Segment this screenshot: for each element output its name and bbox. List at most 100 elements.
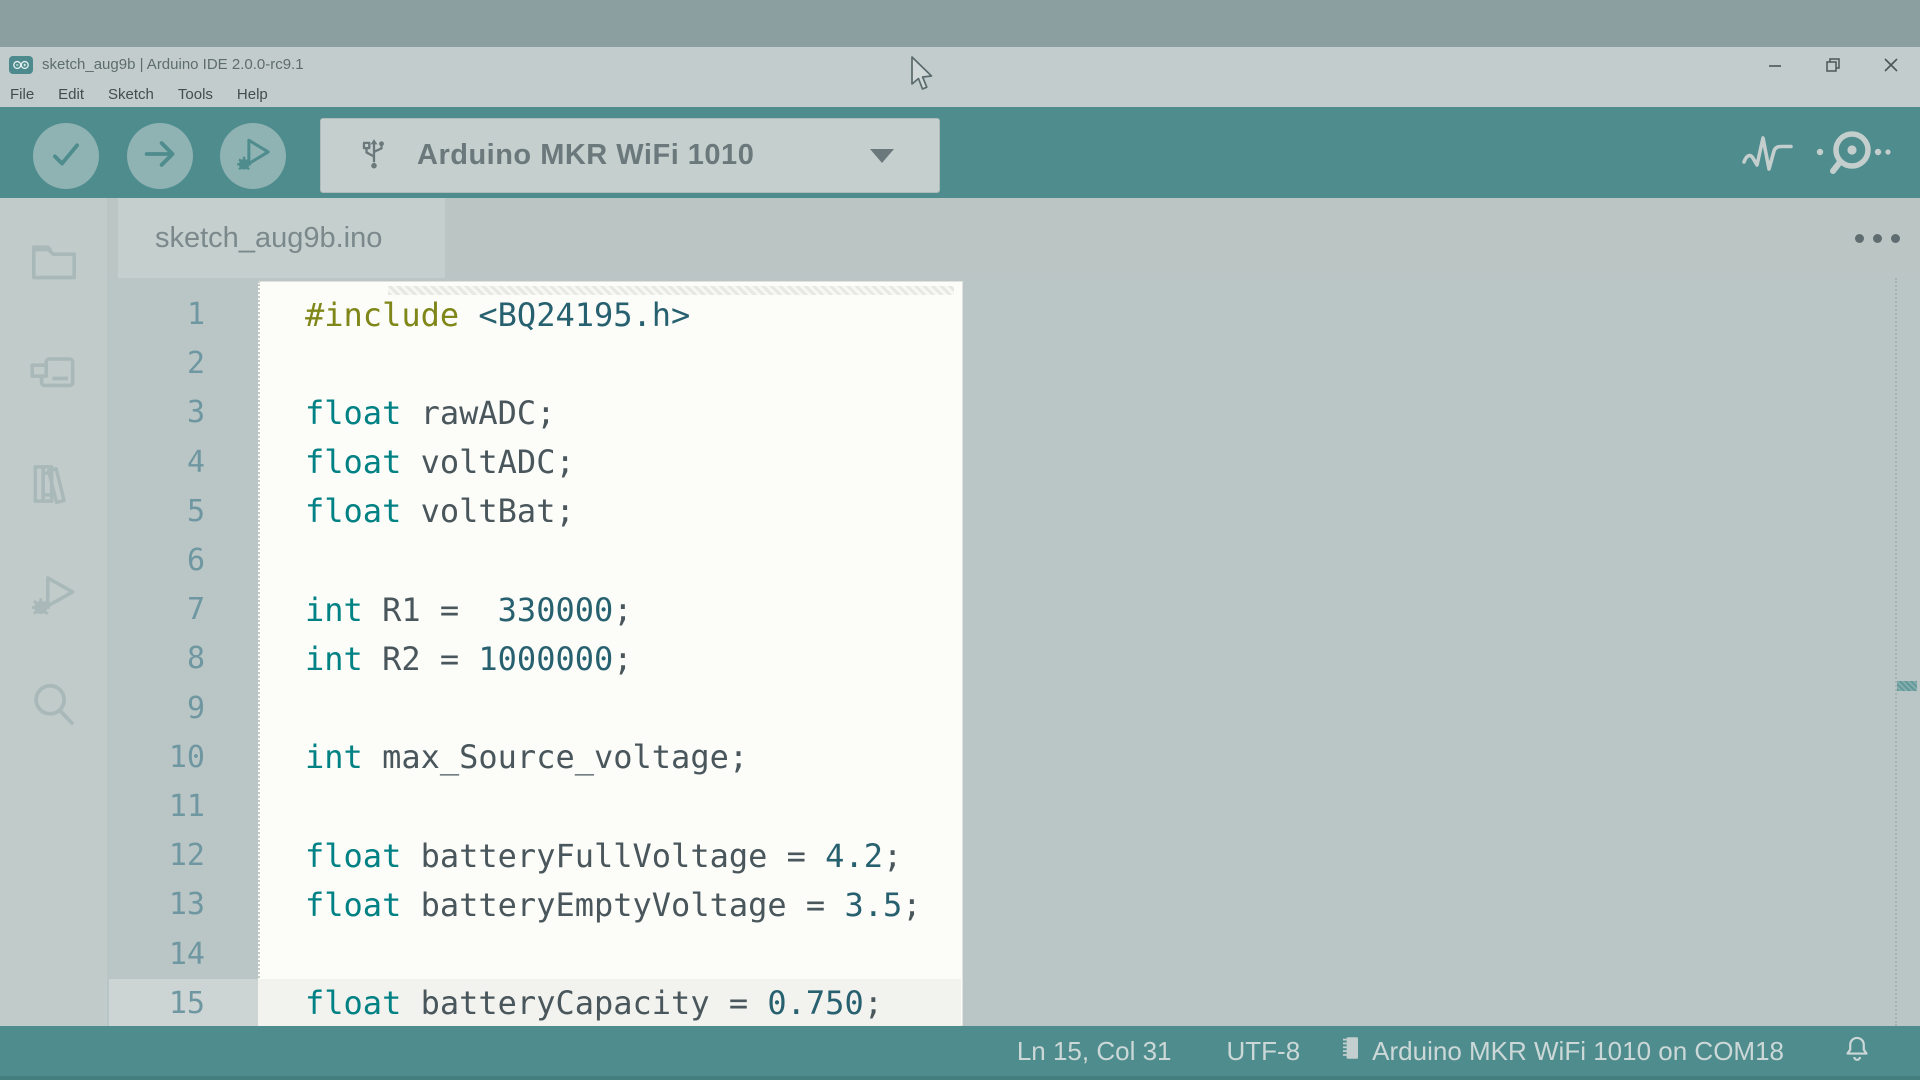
code-text: float voltBat; bbox=[233, 492, 575, 530]
scrollbar-thumb[interactable] bbox=[1897, 681, 1917, 691]
bell-icon bbox=[1842, 1052, 1872, 1069]
window-controls bbox=[1746, 47, 1920, 82]
tab-bar: sketch_aug9b.ino bbox=[107, 198, 1920, 278]
books-icon bbox=[26, 456, 82, 517]
code-line-13[interactable]: 13float batteryEmptyVoltage = 3.5; bbox=[107, 880, 1890, 929]
cursor-position[interactable]: Ln 15, Col 31 bbox=[1017, 1036, 1172, 1067]
magnifier-monitor-icon bbox=[1812, 123, 1894, 186]
menu-item-help[interactable]: Help bbox=[237, 86, 268, 103]
verify-button[interactable] bbox=[33, 123, 99, 189]
sidebar-item-search[interactable] bbox=[26, 680, 82, 736]
tab-sketch[interactable]: sketch_aug9b.ino bbox=[118, 198, 445, 278]
code-text: int max_Source_voltage; bbox=[233, 738, 748, 776]
check-icon bbox=[47, 135, 85, 178]
line-number: 14 bbox=[107, 937, 233, 972]
code-line-1[interactable]: 1#include <BQ24195.h> bbox=[107, 290, 1890, 339]
line-number: 3 bbox=[107, 395, 233, 430]
code-text: int R1 = 330000; bbox=[233, 591, 633, 629]
code-text: int R2 = 1000000; bbox=[233, 640, 633, 678]
board-selector-label: Arduino MKR WiFi 1010 bbox=[417, 139, 754, 172]
code-line-12[interactable]: 12float batteryFullVoltage = 4.2; bbox=[107, 831, 1890, 880]
menu-bar: File Edit Sketch Tools Help bbox=[0, 82, 1920, 107]
editor-content: sketch_aug9b.ino 1#include <BQ24195.h>23… bbox=[107, 198, 1920, 1026]
line-number: 15 bbox=[107, 986, 233, 1021]
arrow-right-icon bbox=[140, 134, 180, 179]
toolbar: Arduino MKR WiFi 1010 bbox=[0, 107, 1920, 198]
sidebar-item-library-manager[interactable] bbox=[26, 458, 82, 514]
menu-item-tools[interactable]: Tools bbox=[178, 86, 213, 103]
menu-item-file[interactable]: File bbox=[10, 86, 34, 103]
line-number: 4 bbox=[107, 445, 233, 480]
serial-plotter-button[interactable] bbox=[1740, 131, 1796, 177]
menu-item-sketch[interactable]: Sketch bbox=[108, 86, 154, 103]
code-line-9[interactable]: 9 bbox=[107, 684, 1890, 733]
code-line-6[interactable]: 6 bbox=[107, 536, 1890, 585]
arduino-ide-window: sketch_aug9b | Arduino IDE 2.0.0-rc9.1 F… bbox=[0, 0, 1920, 1080]
debug-bug-icon bbox=[26, 567, 82, 628]
title-bar[interactable]: sketch_aug9b | Arduino IDE 2.0.0-rc9.1 bbox=[0, 47, 1920, 82]
code-line-4[interactable]: 4float voltADC; bbox=[107, 438, 1890, 487]
sidebar-item-boards-manager[interactable] bbox=[26, 347, 82, 403]
menu-item-edit[interactable]: Edit bbox=[58, 86, 84, 103]
line-number: 1 bbox=[107, 297, 233, 332]
code-text: float voltADC; bbox=[233, 443, 575, 481]
chip-icon bbox=[1340, 1033, 1364, 1070]
upload-button[interactable] bbox=[127, 123, 193, 189]
minimize-button[interactable] bbox=[1746, 47, 1804, 82]
code-line-3[interactable]: 3float rawADC; bbox=[107, 388, 1890, 437]
arduino-logo-icon bbox=[9, 56, 33, 74]
tab-label: sketch_aug9b.ino bbox=[155, 222, 382, 255]
restore-button[interactable] bbox=[1804, 47, 1862, 82]
code-line-11[interactable]: 11 bbox=[107, 782, 1890, 831]
code-line-7[interactable]: 7int R1 = 330000; bbox=[107, 585, 1890, 634]
code-editor[interactable]: 1#include <BQ24195.h>23float rawADC;4flo… bbox=[107, 278, 1920, 1026]
code-line-14[interactable]: 14 bbox=[107, 929, 1890, 978]
board-selector[interactable]: Arduino MKR WiFi 1010 bbox=[320, 118, 940, 193]
code-text: float batteryEmptyVoltage = 3.5; bbox=[233, 886, 922, 924]
close-button[interactable] bbox=[1862, 47, 1920, 82]
code-text: #include <BQ24195.h> bbox=[233, 296, 690, 334]
line-number: 2 bbox=[107, 346, 233, 381]
board-connection[interactable]: Arduino MKR WiFi 1010 on COM18 bbox=[1340, 1033, 1784, 1070]
board-connection-label: Arduino MKR WiFi 1010 on COM18 bbox=[1372, 1036, 1784, 1067]
mouse-cursor bbox=[910, 55, 936, 93]
line-number: 10 bbox=[107, 740, 233, 775]
code-line-8[interactable]: 8int R2 = 1000000; bbox=[107, 634, 1890, 683]
sidebar-item-debug[interactable] bbox=[26, 569, 82, 625]
code-line-15[interactable]: 15float batteryCapacity = 0.750; bbox=[107, 979, 1890, 1028]
line-number: 8 bbox=[107, 641, 233, 676]
notifications-button[interactable] bbox=[1842, 1033, 1872, 1070]
code-text: float batteryFullVoltage = 4.2; bbox=[233, 837, 902, 875]
serial-monitor-button[interactable] bbox=[1812, 125, 1894, 183]
waveform-icon bbox=[1740, 129, 1796, 180]
debug-icon bbox=[231, 132, 275, 181]
code-text: float rawADC; bbox=[233, 394, 555, 432]
line-number: 12 bbox=[107, 838, 233, 873]
code-line-5[interactable]: 5float voltBat; bbox=[107, 487, 1890, 536]
desktop-strip bbox=[0, 0, 1920, 47]
sidebar-item-sketchbook[interactable] bbox=[26, 236, 82, 292]
line-number: 7 bbox=[107, 592, 233, 627]
code-line-2[interactable]: 2 bbox=[107, 339, 1890, 388]
chevron-down-icon bbox=[870, 149, 894, 163]
line-number: 13 bbox=[107, 887, 233, 922]
code-lines: 1#include <BQ24195.h>23float rawADC;4flo… bbox=[107, 290, 1890, 1028]
line-number: 6 bbox=[107, 543, 233, 578]
more-actions-button[interactable] bbox=[1855, 234, 1900, 243]
folder-icon bbox=[26, 234, 82, 295]
debug-button[interactable] bbox=[220, 123, 286, 189]
line-number: 5 bbox=[107, 494, 233, 529]
code-line-10[interactable]: 10int max_Source_voltage; bbox=[107, 733, 1890, 782]
line-number: 11 bbox=[107, 789, 233, 824]
board-chip-icon bbox=[26, 345, 82, 406]
encoding-indicator[interactable]: UTF-8 bbox=[1227, 1036, 1301, 1067]
window-title: sketch_aug9b | Arduino IDE 2.0.0-rc9.1 bbox=[42, 56, 304, 73]
usb-icon bbox=[359, 135, 389, 176]
scrollbar-track bbox=[1895, 278, 1897, 1026]
code-text: float batteryCapacity = 0.750; bbox=[233, 984, 883, 1022]
status-bar: Ln 15, Col 31 UTF-8 Arduino MKR WiFi 101… bbox=[0, 1026, 1920, 1080]
sidebar bbox=[0, 198, 107, 1026]
main-area: sketch_aug9b.ino 1#include <BQ24195.h>23… bbox=[0, 198, 1920, 1026]
search-icon bbox=[26, 678, 82, 739]
line-number: 9 bbox=[107, 691, 233, 726]
